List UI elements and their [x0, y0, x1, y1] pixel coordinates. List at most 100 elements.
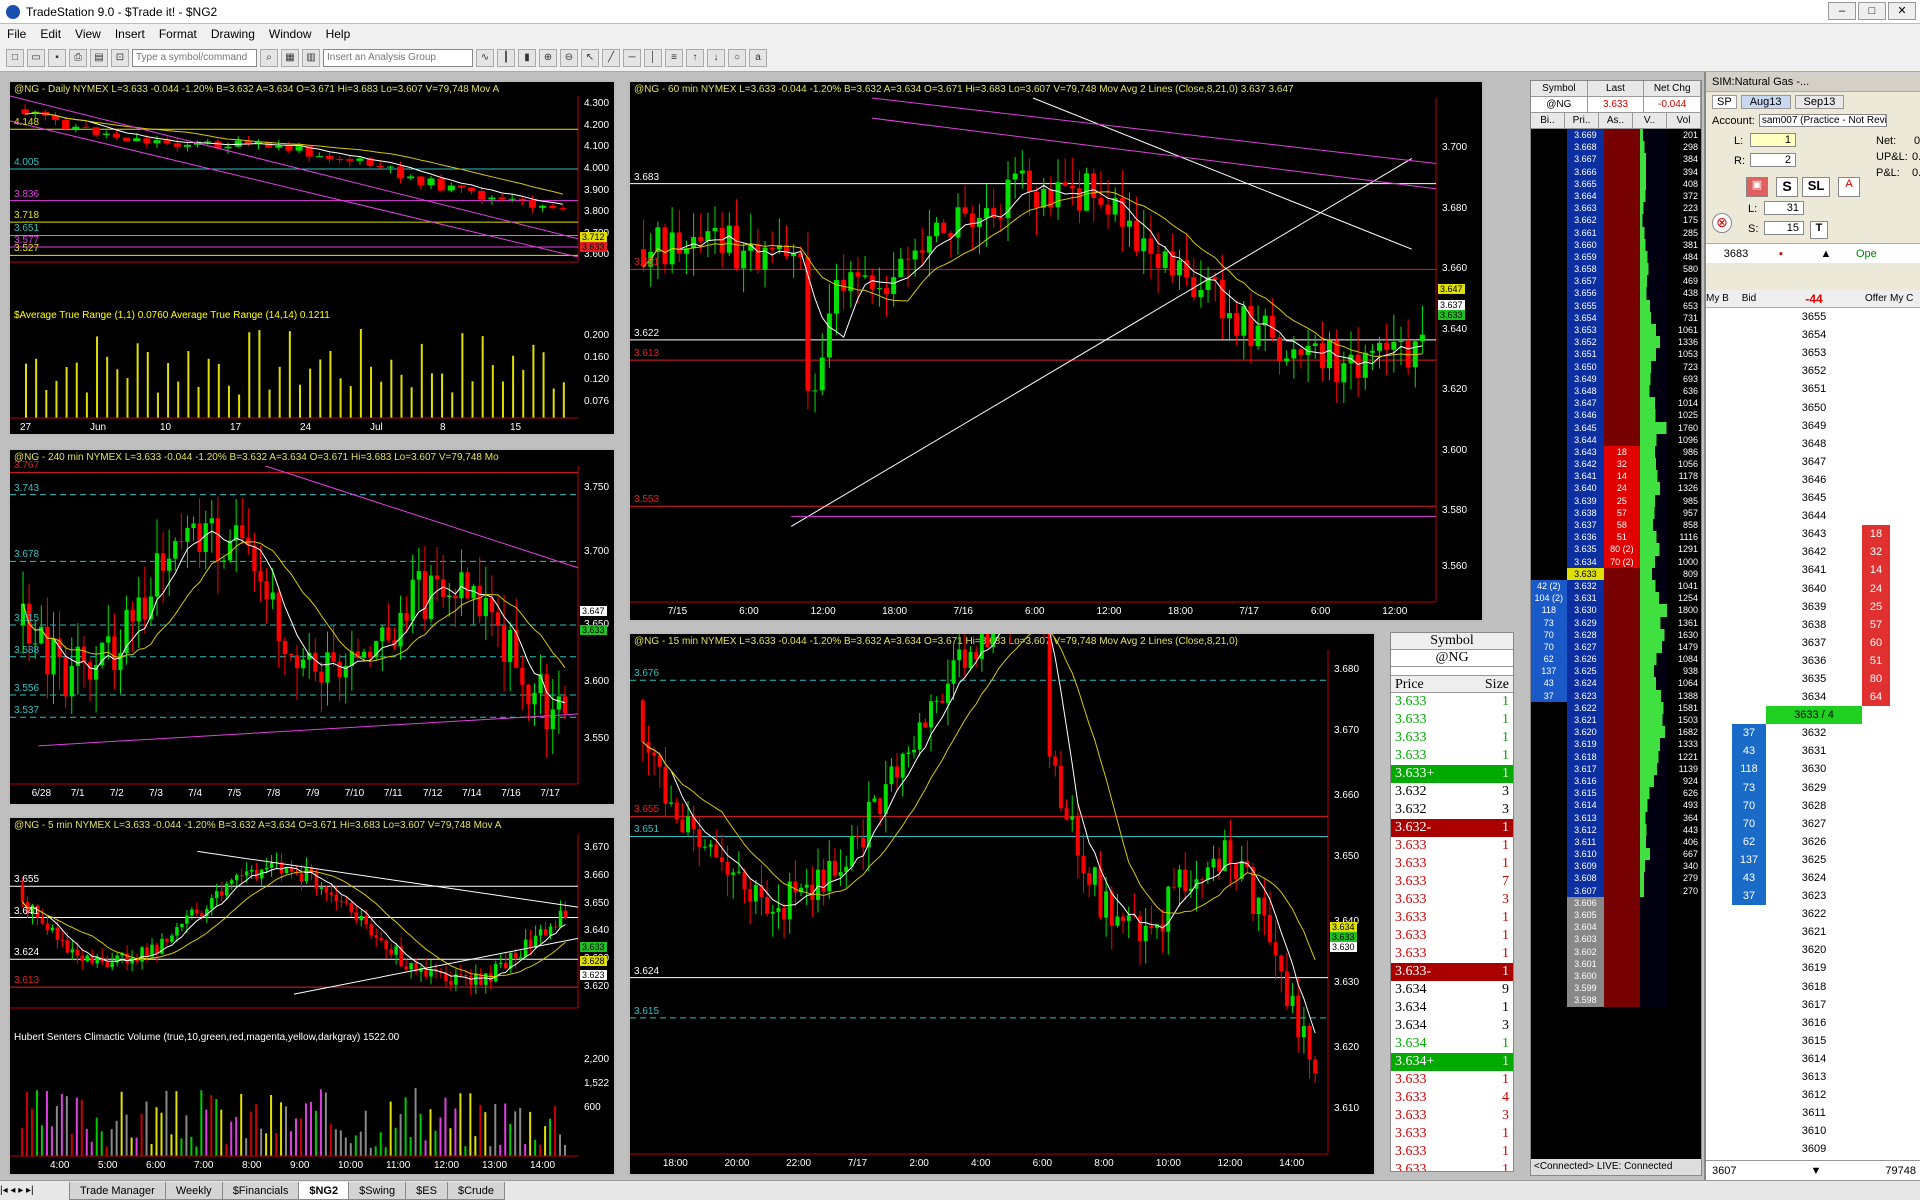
dom-mybid-cell[interactable]	[1706, 1014, 1732, 1032]
dom-center-up-icon[interactable]: ▲	[1796, 244, 1856, 263]
dom-bid-cell[interactable]	[1732, 417, 1766, 435]
maximize-button[interactable]: □	[1858, 2, 1886, 20]
dom-bid-cell[interactable]: 73	[1732, 778, 1766, 797]
tab-crude[interactable]: $Crude	[446, 1181, 506, 1200]
matrix-ask-cell[interactable]	[1604, 360, 1640, 373]
matrix-row[interactable]: 3.668 298	[1531, 141, 1701, 154]
dom-row[interactable]: 37 3632	[1706, 724, 1920, 743]
dom-bid-cell[interactable]	[1732, 1122, 1766, 1140]
matrix-row[interactable]: 3.609 340	[1531, 860, 1701, 873]
matrix-row[interactable]: 3.612 443	[1531, 823, 1701, 836]
matrix-ask-cell[interactable]	[1604, 141, 1640, 154]
stop-icon[interactable]: S	[1776, 177, 1798, 197]
dom-offer-cell[interactable]	[1862, 453, 1890, 471]
dom-row[interactable]: 3652	[1706, 362, 1920, 380]
dom-mybid-cell[interactable]	[1706, 634, 1732, 652]
matrix-ask-cell[interactable]	[1604, 177, 1640, 190]
matrix-row[interactable]: 3.617 1139	[1531, 762, 1701, 775]
dom-bid-cell[interactable]: 137	[1732, 850, 1766, 869]
matrix-ask-cell[interactable]	[1604, 848, 1640, 861]
dom-offer-cell[interactable]	[1862, 724, 1890, 742]
dom-offer-cell[interactable]	[1862, 742, 1890, 760]
dom-myoffer-cell[interactable]	[1890, 417, 1916, 435]
matrix-row[interactable]: 118 3.630 1800	[1531, 604, 1701, 617]
matrix-row[interactable]: 3.642 32 1056	[1531, 458, 1701, 471]
matrix-row[interactable]: 3.644 1096	[1531, 433, 1701, 446]
matrix-bid-cell[interactable]	[1531, 848, 1567, 861]
dom-myoffer-cell[interactable]	[1890, 1140, 1916, 1158]
matrix-bid-cell[interactable]	[1531, 214, 1567, 227]
matrix-bid-cell[interactable]	[1531, 823, 1567, 836]
chart-15min-plot[interactable]	[630, 634, 1376, 1176]
dom-myoffer-cell[interactable]	[1890, 959, 1916, 977]
dom-myoffer-cell[interactable]	[1890, 887, 1916, 905]
dom-bid-cell[interactable]	[1732, 435, 1766, 453]
matrix-ask-cell[interactable]	[1604, 397, 1640, 410]
dom-myoffer-cell[interactable]	[1890, 760, 1916, 778]
dom-bid-cell[interactable]	[1732, 561, 1766, 579]
chart-daily[interactable]: @NG - Daily NYMEX L=3.633 -0.044 -1.20% …	[8, 80, 616, 436]
matrix-ask-cell[interactable]	[1604, 238, 1640, 251]
matrix-bid-cell[interactable]	[1531, 872, 1567, 885]
dom-row[interactable]: 3654	[1706, 326, 1920, 344]
dom-row[interactable]: 3653	[1706, 344, 1920, 362]
dom-offer-cell[interactable]	[1862, 435, 1890, 453]
dom-bid-cell[interactable]	[1732, 652, 1766, 670]
matrix-row[interactable]: 3.602	[1531, 945, 1701, 958]
menu-insert[interactable]: Insert	[108, 27, 152, 41]
matrix-ask-cell[interactable]	[1604, 311, 1640, 324]
matrix-ask-cell[interactable]	[1604, 616, 1640, 629]
dom-bid-cell[interactable]	[1732, 507, 1766, 525]
matrix-bid-cell[interactable]: 43	[1531, 677, 1567, 690]
matrix-row[interactable]: 3.610 667	[1531, 848, 1701, 861]
matrix-ask-cell[interactable]	[1604, 348, 1640, 361]
matrix-row[interactable]: 3.648 636	[1531, 384, 1701, 398]
dom-row[interactable]: 3610	[1706, 1122, 1920, 1140]
tab-ng2[interactable]: $NG2	[298, 1181, 350, 1200]
dom-offer-cell[interactable]	[1862, 1086, 1890, 1104]
dom-myoffer-cell[interactable]	[1890, 543, 1916, 561]
dom-mybid-cell[interactable]	[1706, 399, 1732, 417]
dom-offer-cell[interactable]	[1862, 1032, 1890, 1050]
ellipse-icon[interactable]: ○	[728, 48, 746, 67]
matrix-bid-cell[interactable]	[1531, 933, 1567, 946]
dom-bid-cell[interactable]	[1732, 344, 1766, 362]
dom-mybid-cell[interactable]	[1706, 308, 1732, 326]
dom-bid-cell[interactable]	[1732, 923, 1766, 941]
dom-myoffer-cell[interactable]	[1890, 507, 1916, 525]
dom-mybid-cell[interactable]	[1706, 688, 1732, 706]
dom-bid-cell[interactable]	[1732, 525, 1766, 543]
dom-myoffer-cell[interactable]	[1890, 923, 1916, 941]
dom-bid-cell[interactable]	[1732, 905, 1766, 923]
dom-mybid-cell[interactable]	[1706, 815, 1732, 833]
dom-bid-cell[interactable]: 62	[1732, 832, 1766, 851]
chart-icon[interactable]: ▦	[281, 48, 299, 67]
dom-bid-cell[interactable]	[1732, 453, 1766, 471]
dom-row[interactable]: 3619	[1706, 959, 1920, 977]
matrix-bid-cell[interactable]: 42 (2)	[1531, 579, 1567, 593]
matrix-row[interactable]: 3.634 70 (2) 1000	[1531, 555, 1701, 568]
dom-offer-cell[interactable]	[1862, 489, 1890, 507]
dom-mybid-cell[interactable]	[1706, 724, 1732, 742]
menu-edit[interactable]: Edit	[33, 27, 68, 41]
dom-bid-cell[interactable]: 70	[1732, 814, 1766, 833]
matrix-bid-cell[interactable]	[1531, 238, 1567, 251]
dom-mybid-cell[interactable]	[1706, 797, 1732, 815]
order-bar[interactable]: SIM:Natural Gas -... SP Aug13 Sep13 Acco…	[1704, 72, 1920, 1180]
chart-15min[interactable]: @NG - 15 min NYMEX L=3.633 -0.044 -1.20%…	[628, 632, 1376, 1176]
matrix-row[interactable]: 3.664 372	[1531, 189, 1701, 203]
matrix-ask-cell[interactable]	[1604, 982, 1640, 995]
dom-myoffer-cell[interactable]	[1890, 706, 1916, 724]
account-select[interactable]: sam007 (Practice - Not Revie	[1758, 114, 1887, 127]
matrix-row[interactable]: 3.600	[1531, 969, 1701, 983]
dom-row[interactable]: 3612	[1706, 1086, 1920, 1104]
dom-row[interactable]: 3644	[1706, 507, 1920, 525]
matrix-bid-cell[interactable]	[1531, 250, 1567, 264]
matrix-row[interactable]: 3.635 80 (2) 1291	[1531, 543, 1701, 556]
dom-myoffer-cell[interactable]	[1890, 561, 1916, 579]
dom-flag-icon[interactable]: ▪	[1766, 244, 1796, 263]
matrix-bid-cell[interactable]	[1531, 494, 1567, 507]
chart-daily-plot[interactable]	[10, 82, 616, 436]
dom-myoffer-cell[interactable]	[1890, 905, 1916, 923]
zoom-in-icon[interactable]: ⊕	[539, 48, 557, 67]
